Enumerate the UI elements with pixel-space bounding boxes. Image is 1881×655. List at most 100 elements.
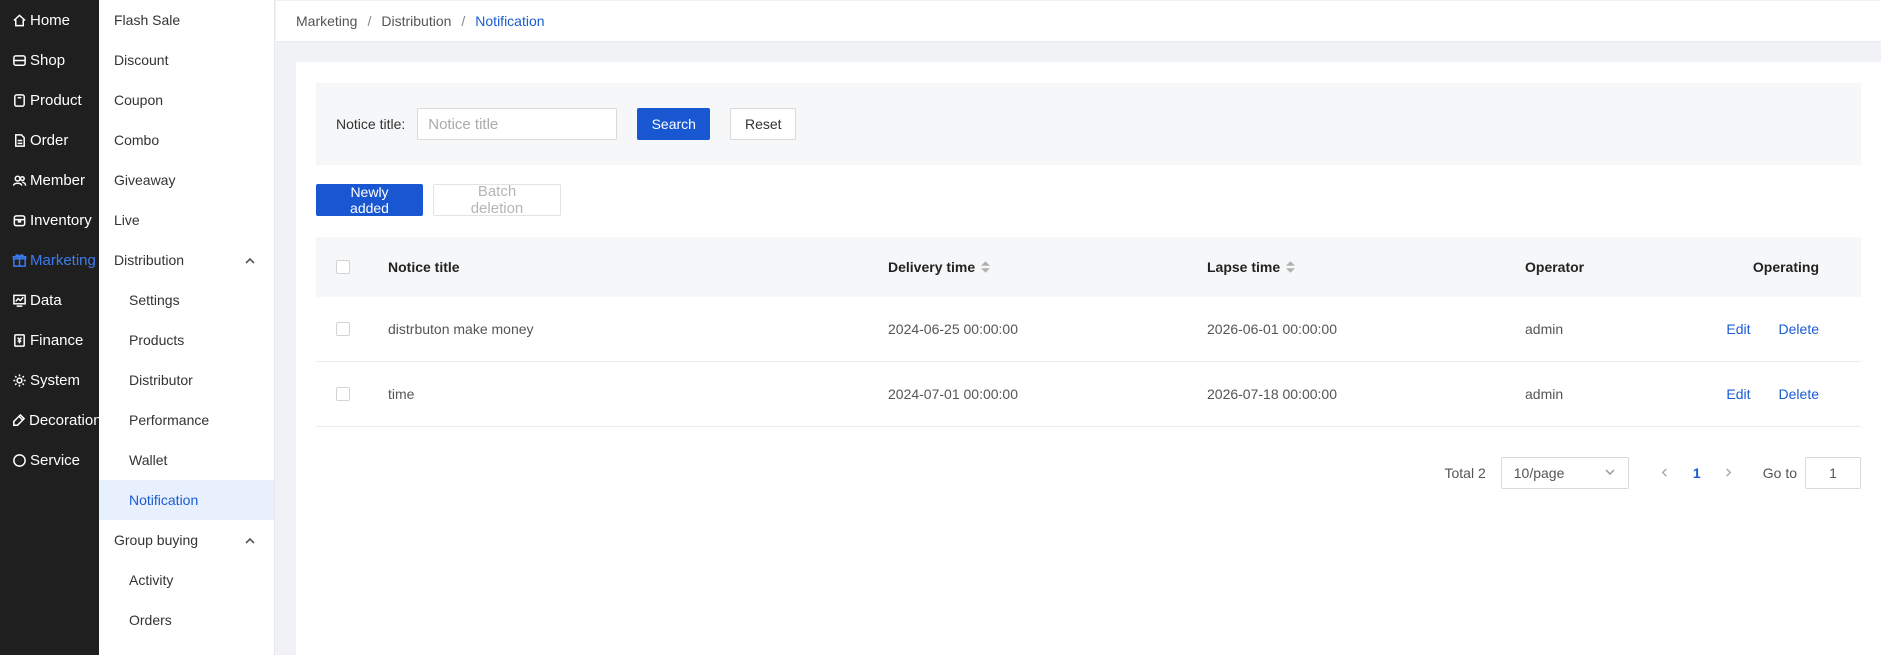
breadcrumb-notification: Notification — [475, 13, 545, 29]
next-page-button[interactable] — [1713, 457, 1745, 489]
subnav-item-flash-sale[interactable]: Flash Sale — [99, 0, 274, 40]
cell-delivery-time: 2024-06-25 00:00:00 — [888, 321, 1018, 337]
header-operating: Operating — [1752, 259, 1819, 275]
cell-lapse-time: 2026-07-18 00:00:00 — [1207, 386, 1337, 402]
reset-button[interactable]: Reset — [730, 108, 797, 140]
nav-item-label: Inventory — [30, 211, 92, 229]
subnav-item-label: Giveaway — [114, 172, 176, 188]
subnav-item-coupon[interactable]: Coupon — [99, 80, 274, 120]
chevron-down-icon — [1604, 465, 1616, 481]
subnav-item-activity[interactable]: Activity — [99, 560, 274, 600]
nav-item-data[interactable]: Data — [0, 280, 99, 320]
header-operator: Operator — [1525, 259, 1585, 275]
subnav-item-label: Orders — [129, 612, 172, 628]
pagination: Total 2 10/page 1 Go to — [1445, 457, 1861, 489]
subnav-item-combo[interactable]: Combo — [99, 120, 274, 160]
nav-item-label: Service — [30, 451, 81, 469]
search-button[interactable]: Search — [637, 108, 711, 140]
row-checkbox[interactable] — [336, 322, 350, 336]
subnav-item-label: Products — [129, 332, 185, 348]
nav-item-label: Product — [30, 91, 82, 109]
nav-item-inventory[interactable]: Inventory — [0, 200, 99, 240]
nav-item-finance[interactable]: Finance — [0, 320, 99, 360]
subnav-item-label: Distributor — [129, 372, 193, 388]
subnav-item-label: Performance — [129, 412, 210, 428]
subnav-item-distribution[interactable]: Distribution — [99, 240, 274, 280]
cell-notice-title: distrbuton make money — [388, 321, 534, 337]
delete-link[interactable]: Delete — [1779, 386, 1819, 402]
subnav-item-label: Flash Sale — [114, 12, 181, 28]
subnav-item-performance[interactable]: Performance — [99, 400, 274, 440]
edit-link[interactable]: Edit — [1726, 386, 1750, 402]
header-delivery-time[interactable]: Delivery time — [888, 259, 1207, 275]
table-row: time 2024-07-01 00:00:00 2026-07-18 00:0… — [316, 362, 1861, 427]
page-size-select[interactable]: 10/page — [1500, 457, 1629, 489]
table-toolbar: Newly added Batch deletion — [316, 183, 561, 217]
newly-added-button[interactable]: Newly added — [316, 184, 423, 216]
nav-item-shop[interactable]: Shop — [0, 40, 99, 80]
member-icon — [11, 172, 27, 188]
subnav-item-label: Wallet — [129, 452, 168, 468]
finance-icon — [11, 332, 27, 348]
nav-item-member[interactable]: Member — [0, 160, 99, 200]
batch-deletion-button[interactable]: Batch deletion — [433, 183, 561, 217]
nav-item-label: Decoration — [29, 411, 102, 429]
nav-item-product[interactable]: Product — [0, 80, 99, 120]
prev-page-button[interactable] — [1649, 457, 1681, 489]
page-number-current[interactable]: 1 — [1681, 457, 1713, 489]
nav-item-service[interactable]: Service — [0, 440, 99, 480]
main-panel: Notice title: Search Reset Newly added B… — [296, 62, 1881, 655]
subnav-item-wallet[interactable]: Wallet — [99, 440, 274, 480]
row-checkbox[interactable] — [336, 387, 350, 401]
breadcrumb-separator: / — [461, 13, 466, 29]
breadcrumb-separator: / — [367, 13, 372, 29]
chevron-left-icon — [1659, 465, 1670, 481]
chevron-right-icon — [1723, 465, 1734, 481]
subnav-item-live[interactable]: Live — [99, 200, 274, 240]
nav-item-marketing[interactable]: Marketing — [0, 240, 99, 280]
subnav-item-label: Distribution — [114, 252, 185, 268]
table-row: distrbuton make money 2024-06-25 00:00:0… — [316, 297, 1861, 362]
breadcrumb-distribution[interactable]: Distribution — [381, 13, 451, 29]
subnav-item-group-buying[interactable]: Group buying — [99, 520, 274, 560]
nav-item-decoration[interactable]: Decoration — [0, 400, 102, 440]
brush-icon — [11, 412, 26, 428]
header-lapse-time[interactable]: Lapse time — [1207, 259, 1525, 275]
cell-operator: admin — [1525, 386, 1564, 402]
subnav-item-products[interactable]: Products — [99, 320, 274, 360]
subnav-item-distributor[interactable]: Distributor — [99, 360, 274, 400]
nav-item-label: System — [30, 371, 81, 389]
nav-item-home[interactable]: Home — [0, 0, 99, 40]
breadcrumb: Marketing / Distribution / Notification — [276, 1, 1881, 42]
nav-item-label: Home — [30, 11, 71, 29]
breadcrumb-marketing[interactable]: Marketing — [296, 13, 357, 29]
subnav-item-label: Coupon — [114, 92, 164, 108]
product-icon — [11, 92, 27, 108]
shop-icon — [11, 52, 27, 68]
select-all-checkbox[interactable] — [336, 260, 350, 274]
cell-notice-title: time — [388, 386, 415, 402]
delete-link[interactable]: Delete — [1779, 321, 1819, 337]
cell-operating: Edit Delete — [1695, 386, 1861, 402]
subnav-item-giveaway[interactable]: Giveaway — [99, 160, 274, 200]
row-select-cell — [316, 387, 388, 401]
subnav-item-discount[interactable]: Discount — [99, 40, 274, 80]
nav-item-system[interactable]: System — [0, 360, 99, 400]
nav-item-order[interactable]: Order — [0, 120, 99, 160]
subnav-item-notification[interactable]: Notification — [99, 480, 274, 520]
order-icon — [11, 132, 27, 148]
filter-bar: Notice title: Search Reset — [316, 83, 1861, 165]
subnav-item-settings[interactable]: Settings — [99, 280, 274, 320]
edit-link[interactable]: Edit — [1726, 321, 1750, 337]
notice-title-input[interactable] — [417, 108, 618, 140]
subnav-item-orders[interactable]: Orders — [99, 600, 274, 640]
subnav-item-label: Combo — [114, 132, 160, 148]
cell-delivery-time: 2024-07-01 00:00:00 — [888, 386, 1018, 402]
sort-icon[interactable] — [1286, 261, 1296, 273]
subnav-item-label: Group buying — [114, 532, 199, 548]
goto-label: Go to — [1762, 465, 1797, 481]
nav-item-label: Finance — [30, 331, 84, 349]
data-icon — [11, 292, 27, 308]
sort-icon[interactable] — [981, 261, 991, 273]
goto-page-input[interactable] — [1805, 457, 1861, 489]
